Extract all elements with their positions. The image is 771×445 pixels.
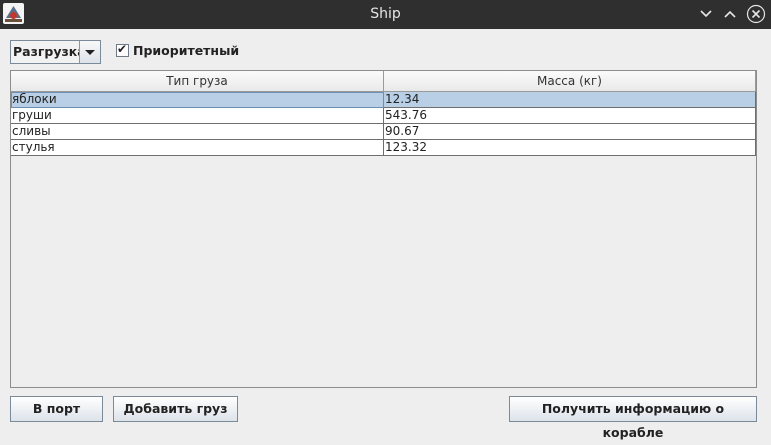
title-bar: Ship [0,0,771,29]
priority-checkbox-label[interactable]: Приоритетный [133,43,239,58]
chevron-down-icon[interactable] [79,41,100,63]
cell-cargo-type[interactable]: стулья [11,140,384,156]
table-row[interactable]: груши 543.76 [11,108,756,124]
checkmark-icon: ✔ [117,42,128,56]
priority-checkbox[interactable]: ✔ [116,42,129,57]
mode-select[interactable]: Разгрузка [10,40,101,64]
minimize-icon[interactable] [697,5,715,23]
maximize-icon[interactable] [721,5,739,23]
table-row[interactable]: яблоки 12.34 [11,92,756,108]
window-title: Ship [370,6,401,22]
cell-mass[interactable]: 123.32 [384,140,756,156]
table-row[interactable]: сливы 90.67 [11,124,756,140]
cell-mass[interactable]: 90.67 [384,124,756,140]
ship-info-button[interactable]: Получить информацию о корабле [509,396,757,440]
column-header-mass[interactable]: Масса (кг) [384,71,756,92]
cell-cargo-type[interactable]: сливы [11,124,384,140]
cargo-table[interactable]: Тип груза Масса (кг) яблоки 12.34 груши … [10,70,757,388]
cell-cargo-type[interactable]: груши [11,108,384,124]
add-cargo-button[interactable]: Добавить груз [113,396,238,422]
close-icon[interactable] [746,4,766,24]
mode-select-value: Разгрузка [13,44,86,59]
table-header: Тип груза Масса (кг) [11,71,756,92]
column-header-cargo-type[interactable]: Тип груза [11,71,384,92]
to-port-button[interactable]: В порт [10,396,103,422]
table-row[interactable]: стулья 123.32 [11,140,756,156]
cell-cargo-type[interactable]: яблоки [11,92,384,108]
cell-mass[interactable]: 543.76 [384,108,756,124]
cell-mass[interactable]: 12.34 [384,92,756,108]
